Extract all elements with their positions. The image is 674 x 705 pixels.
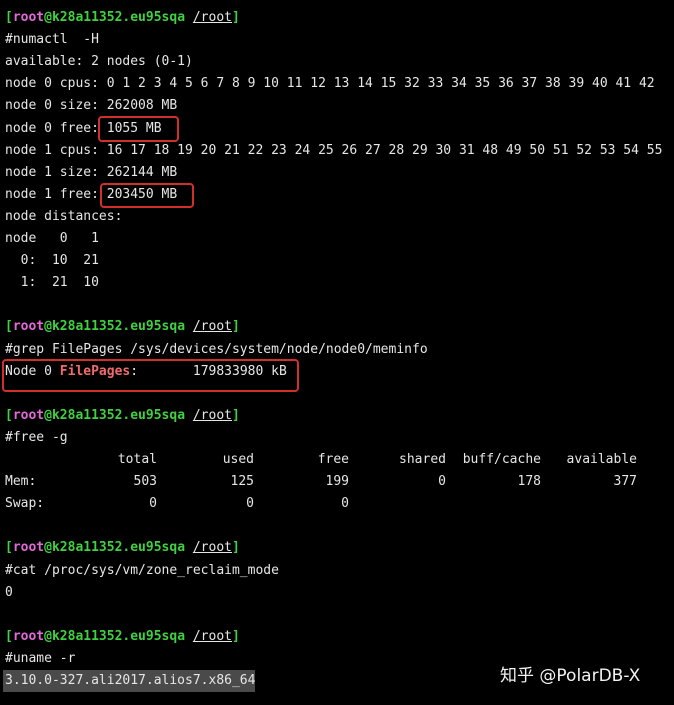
free-table-cell: 125 — [230, 474, 254, 489]
prompt-user: root — [12, 10, 45, 25]
highlight-node1-free — [100, 183, 194, 208]
output-line: node 0 1 — [5, 231, 99, 246]
free-table-cell: 0 — [149, 496, 157, 511]
prompt-path: /root — [192, 408, 232, 423]
prompt-bracket: ] — [232, 540, 240, 555]
free-row-label: Mem: — [5, 474, 37, 489]
prompt-at: @ — [44, 10, 52, 25]
free-table-row: total used free shared buff/cache available — [0, 449, 674, 471]
shell-prompt: [root@k28a11352.eu95sqa /root] — [5, 7, 240, 29]
prompt-user: root — [12, 629, 45, 644]
shell-prompt: [root@k28a11352.eu95sqa /root] — [5, 626, 240, 648]
prompt-path: /root — [192, 10, 232, 25]
free-table-cell: 0 — [341, 496, 349, 511]
prompt-bracket: [ — [5, 10, 13, 25]
prompt-host: k28a11352.eu95sqa — [51, 408, 186, 423]
output-line: 1: 21 10 — [5, 275, 99, 290]
terminal-window[interactable]: [root@k28a11352.eu95sqa /root] #numactl -… — [0, 0, 674, 705]
free-table-cell: total — [117, 452, 157, 467]
prompt-bracket: ] — [232, 408, 240, 423]
prompt-at: @ — [44, 629, 52, 644]
prompt-bracket: ] — [232, 319, 240, 334]
prompt-host: k28a11352.eu95sqa — [51, 629, 186, 644]
shell-prompt: [root@k28a11352.eu95sqa /root] — [5, 405, 240, 427]
prompt-bracket: [ — [5, 629, 13, 644]
free-table-cell: buff/cache — [462, 452, 541, 467]
prompt-path: /root — [192, 540, 232, 555]
free-table-cell: available — [566, 452, 637, 467]
free-row-label: Swap: — [5, 496, 45, 511]
free-table-cell: 199 — [325, 474, 349, 489]
prompt-bracket: ] — [232, 10, 240, 25]
prompt-user: root — [12, 540, 45, 555]
prompt-host: k28a11352.eu95sqa — [51, 319, 186, 334]
prompt-bracket: [ — [5, 319, 13, 334]
command-line: #uname -r — [5, 651, 76, 666]
shell-prompt: [root@k28a11352.eu95sqa /root] — [5, 316, 240, 338]
prompt-path: /root — [192, 629, 232, 644]
free-table-cell: used — [222, 452, 254, 467]
selected-output-line[interactable]: 3.10.0-327.ali2017.alios7.x86_64 — [3, 670, 256, 692]
command-line: #free -g — [5, 430, 68, 445]
highlight-filepages — [2, 359, 299, 392]
prompt-user: root — [12, 319, 45, 334]
prompt-at: @ — [44, 319, 52, 334]
shell-prompt: [root@k28a11352.eu95sqa /root] — [5, 537, 240, 559]
free-table-cell: 377 — [613, 474, 637, 489]
free-table-row: Mem: 503 125 199 0 178 377 — [0, 471, 674, 493]
highlight-node0-free — [98, 116, 179, 142]
prompt-user: root — [12, 408, 45, 423]
prompt-bracket: ] — [232, 629, 240, 644]
output-line: node 0 size: 262008 MB — [5, 98, 178, 113]
output-line: node distances: — [5, 209, 123, 224]
command-line: #grep FilePages /sys/devices/system/node… — [5, 342, 428, 357]
prompt-bracket: [ — [5, 408, 13, 423]
prompt-at: @ — [44, 408, 52, 423]
free-table-row: Swap: 0 0 0 — [0, 493, 674, 515]
output-line: node 0 cpus: 0 1 2 3 4 5 6 7 8 9 10 11 1… — [5, 76, 655, 91]
free-table-cell: 0 — [438, 474, 446, 489]
free-table-cell: 0 — [246, 496, 254, 511]
prompt-host: k28a11352.eu95sqa — [51, 10, 186, 25]
watermark: 知乎 @PolarDB-X — [500, 666, 641, 686]
output-line: node 1 size: 262144 MB — [5, 165, 178, 180]
free-table-cell: shared — [399, 452, 446, 467]
command-line: #cat /proc/sys/vm/zone_reclaim_mode — [5, 563, 279, 578]
prompt-host: k28a11352.eu95sqa — [51, 540, 186, 555]
free-table-cell: free — [317, 452, 349, 467]
output-line: 0 — [5, 585, 13, 600]
command-line: #numactl -H — [5, 32, 99, 47]
output-line: available: 2 nodes (0-1) — [5, 54, 193, 69]
prompt-at: @ — [44, 540, 52, 555]
output-line: 0: 10 21 — [5, 253, 99, 268]
prompt-path: /root — [192, 319, 232, 334]
free-table-cell: 178 — [517, 474, 541, 489]
output-line: node 1 cpus: 16 17 18 19 20 21 22 23 24 … — [5, 143, 663, 158]
prompt-bracket: [ — [5, 540, 13, 555]
free-table-cell: 503 — [133, 474, 157, 489]
